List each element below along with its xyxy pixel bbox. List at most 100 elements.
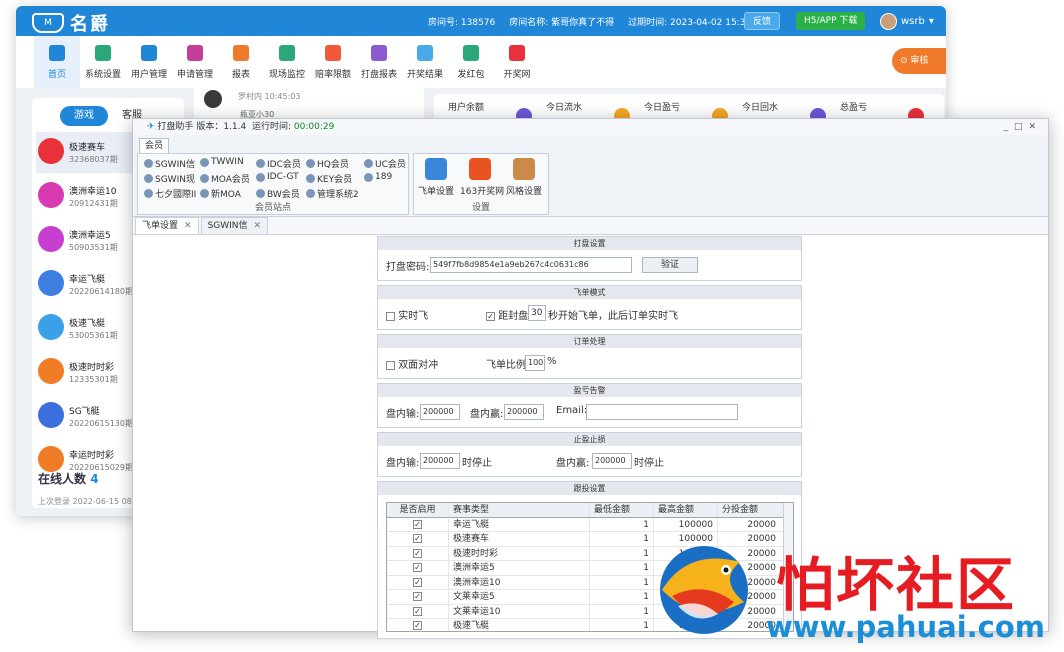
nav-item-10[interactable]: 开奖网: [494, 36, 540, 88]
enabled-checkbox[interactable]: ✓: [413, 577, 422, 587]
section-follow-title: 跟投设置: [378, 482, 801, 495]
col-max[interactable]: 最高金额: [654, 503, 718, 517]
nav-item-4[interactable]: 报表: [218, 36, 264, 88]
stop-lose-input[interactable]: 200000: [420, 453, 460, 469]
table-cell: 澳洲幸运5: [449, 561, 590, 575]
lottery-163-icon: [469, 158, 491, 180]
nav-item-1[interactable]: 系统设置: [80, 36, 126, 88]
alert-lose-input[interactable]: 200000: [420, 404, 460, 420]
section-betting-title: 打盘设置: [378, 237, 801, 250]
stop-lose-suffix: 时停止: [462, 458, 492, 469]
user-menu[interactable]: wsrb ▾: [880, 13, 934, 30]
nav-item-8[interactable]: 开奖结果: [402, 36, 448, 88]
user-icon: [306, 189, 315, 198]
verify-button[interactable]: 验证: [642, 257, 698, 273]
member-site-item[interactable]: SGWIN信: [144, 157, 195, 170]
tab-sgwin[interactable]: SGWIN信 ✕: [200, 217, 269, 234]
style-settings-button[interactable]: 风格设置: [504, 156, 544, 197]
section-alert-title: 盈亏告警: [378, 384, 801, 397]
member-site-item[interactable]: 新MOA: [200, 187, 241, 200]
user-icon: [144, 159, 153, 168]
member-site-item[interactable]: MOA会员: [200, 172, 250, 185]
app-download-button[interactable]: H5/APP 下载: [796, 12, 866, 30]
room-info: 房间号: 138576 房间名称: 紫哥你真了不得 过期时间: 2023-04-…: [428, 15, 766, 28]
section-alert: 盈亏告警 盘内输: 200000 盘内赢: 200000 Email:: [377, 383, 802, 428]
ratio-input[interactable]: 100: [525, 355, 545, 371]
enabled-checkbox[interactable]: ✓: [413, 548, 422, 558]
member-site-item[interactable]: IDC-GT: [256, 172, 299, 182]
member-site-item[interactable]: BW会员: [256, 187, 300, 200]
realtime-label: 实时飞: [398, 311, 429, 322]
table-cell: 1: [590, 517, 654, 531]
chevron-down-icon: ▾: [928, 16, 934, 27]
member-site-item[interactable]: 七夕國際II: [144, 187, 196, 200]
enabled-checkbox[interactable]: ✓: [413, 519, 422, 529]
enabled-checkbox[interactable]: ✓: [413, 563, 422, 572]
tab-games[interactable]: 游戏: [60, 106, 108, 126]
member-site-item[interactable]: UC会员: [364, 157, 406, 170]
game-period: 20912431期: [69, 199, 118, 208]
close-icon[interactable]: ✕: [1028, 122, 1042, 132]
nav-item-5[interactable]: 现场监控: [264, 36, 310, 88]
room-number: 房间号: 138576: [428, 18, 496, 28]
hedge-checkbox[interactable]: [386, 360, 395, 370]
member-site-item[interactable]: IDC会员: [256, 157, 301, 170]
game-icon: [38, 358, 64, 384]
alert-win-input[interactable]: 200000: [504, 404, 544, 420]
nav-item-6[interactable]: 赔率限额: [310, 36, 356, 88]
member-site-item[interactable]: KEY会员: [306, 172, 352, 185]
password-input[interactable]: 549f7fb8d9854e1a9eb267c4c0631c86: [430, 257, 632, 273]
before-close-checkbox[interactable]: ✓: [486, 311, 495, 321]
nav-item-2[interactable]: 用户管理: [126, 36, 172, 88]
col-enabled[interactable]: 是否启用: [387, 503, 449, 517]
review-toggle-button[interactable]: ⊙ 审核: [892, 48, 946, 74]
nav-item-0[interactable]: 首页: [34, 36, 80, 88]
nav-item-9[interactable]: 发红包: [448, 36, 494, 88]
user-icon: [256, 189, 265, 198]
member-site-item[interactable]: TWWIN: [200, 157, 244, 167]
lottery-163-label: 163开奖网: [460, 187, 505, 197]
nav-item-7[interactable]: 打盘报表: [356, 36, 402, 88]
nav-item-3[interactable]: 申请管理: [172, 36, 218, 88]
nav-icon: [417, 44, 433, 61]
member-site-item[interactable]: HQ会员: [306, 157, 349, 170]
table-cell: 1: [590, 561, 654, 575]
table-cell: 澳洲幸运10: [449, 575, 590, 589]
realtime-checkbox[interactable]: [386, 311, 395, 321]
members-group-caption: 会员站点: [254, 203, 291, 213]
ribbon-tab-members[interactable]: 会员: [139, 138, 169, 153]
member-site-label: 189: [375, 172, 393, 182]
lottery-163-button[interactable]: 163开奖网: [460, 156, 504, 197]
member-site-item[interactable]: SGWIN现: [144, 172, 195, 185]
enabled-checkbox[interactable]: ✓: [413, 621, 422, 630]
maximize-icon[interactable]: □: [1014, 122, 1029, 132]
enabled-checkbox[interactable]: ✓: [413, 592, 422, 601]
col-split[interactable]: 分投金额: [718, 503, 780, 517]
document-tabs: 飞单设置 ✕ SGWIN信 ✕: [133, 217, 1048, 235]
runtime-label: 运行时间:: [251, 122, 292, 132]
seconds-input[interactable]: 30: [528, 305, 546, 321]
section-stop: 止盈止损 盘内输: 200000 时停止 盘内赢: 200000 时停止: [377, 432, 802, 477]
email-input[interactable]: [586, 404, 738, 420]
table-cell: 极速时时彩: [449, 546, 590, 560]
close-icon[interactable]: ✕: [254, 221, 262, 231]
table-row[interactable]: ✓ 幸运飞艇 1 100000 20000: [387, 517, 793, 532]
feedback-button[interactable]: 反馈: [744, 12, 781, 30]
enabled-checkbox[interactable]: ✓: [413, 606, 422, 616]
member-site-label: KEY会员: [317, 175, 353, 185]
stop-win-input[interactable]: 200000: [592, 453, 632, 469]
close-icon[interactable]: ✕: [184, 221, 192, 231]
fly-settings-button[interactable]: 飞单设置: [416, 156, 456, 197]
table-cell: 文莱幸运10: [449, 604, 590, 618]
members-group: 会员站点 SGWIN信 TWWIN IDC会员 HQ会员 UC会员 SGWIN现 MOA会员…: [137, 153, 409, 215]
minimize-icon[interactable]: _: [1003, 122, 1014, 132]
enabled-checkbox[interactable]: ✓: [413, 534, 422, 543]
tab-fly-settings[interactable]: 飞单设置 ✕: [135, 217, 199, 234]
member-site-label: 新MOA: [211, 190, 241, 200]
version-label: 版本：: [196, 122, 224, 132]
member-site-item[interactable]: 189: [364, 172, 392, 182]
col-min[interactable]: 最低金额: [590, 503, 654, 517]
member-site-item[interactable]: 管理系统2: [306, 187, 359, 200]
col-type[interactable]: 赛事类型: [449, 503, 590, 517]
game-name: 幸运飞艇: [69, 275, 106, 285]
